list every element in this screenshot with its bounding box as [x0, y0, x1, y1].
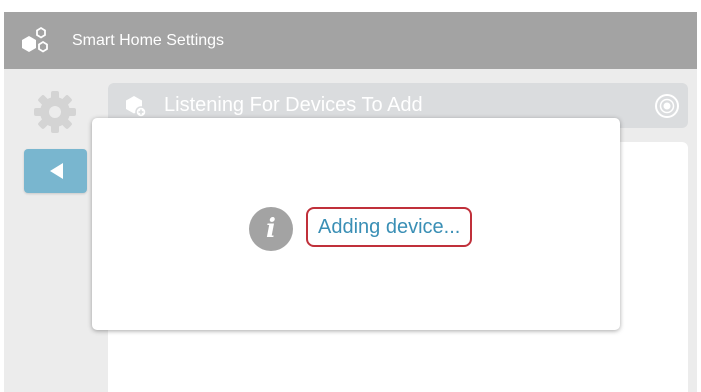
target-icon[interactable] — [654, 93, 680, 119]
status-message: Adding device... — [306, 207, 473, 247]
info-icon-glyph: i — [266, 214, 276, 244]
app-title: Smart Home Settings — [72, 31, 225, 49]
adding-device-dialog: i Adding device... — [92, 118, 620, 330]
smart-home-cubes-icon — [22, 26, 48, 53]
info-icon: i — [249, 207, 293, 251]
back-button[interactable] — [24, 149, 87, 193]
title-bar: Smart Home Settings — [4, 12, 697, 69]
app-screen: Smart Home Settings Listening For Device… — [4, 12, 697, 392]
add-device-icon — [126, 96, 146, 117]
gear-icon[interactable] — [32, 89, 78, 135]
back-arrow-icon — [49, 163, 63, 179]
page-title: Listening For Devices To Add — [164, 94, 423, 116]
